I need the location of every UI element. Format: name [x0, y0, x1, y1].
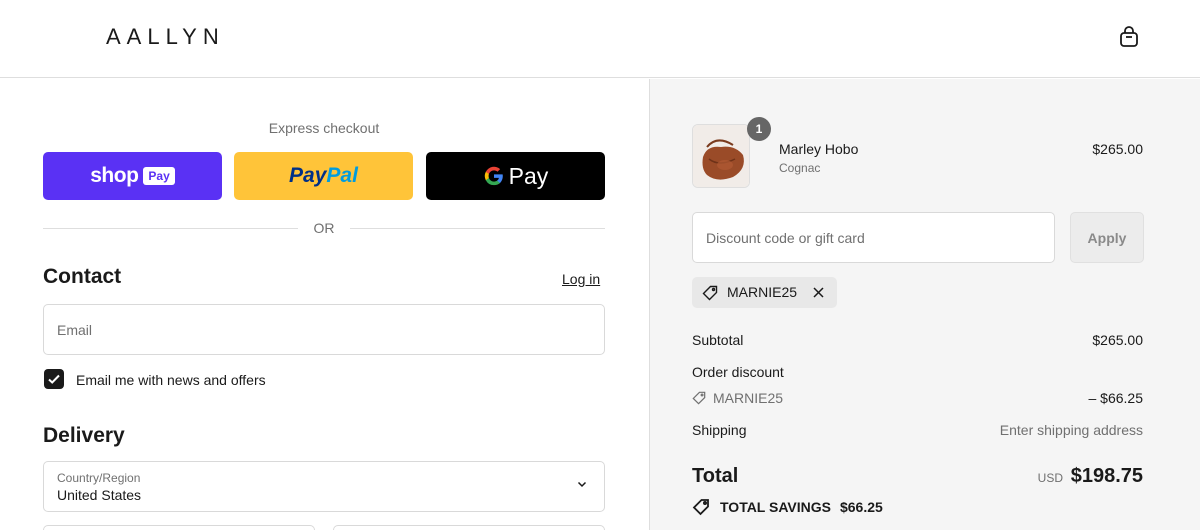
- header: AALLYN: [0, 0, 1200, 78]
- shipping-value: Enter shipping address: [999, 422, 1143, 438]
- express-checkout-title: Express checkout: [268, 120, 380, 136]
- divider-line-right: [350, 228, 605, 229]
- subtotal-label: Subtotal: [692, 332, 744, 348]
- savings-tag-icon: [692, 499, 709, 516]
- order-summary-panel: 1 Marley Hobo Cognac $265.00 Discount co…: [649, 79, 1200, 530]
- savings-value: $66.25: [839, 499, 883, 515]
- order-discount-label: Order discount: [692, 364, 784, 380]
- product-variant: Cognac: [779, 161, 821, 175]
- remove-code-icon[interactable]: [812, 286, 825, 299]
- or-text: OR: [313, 220, 335, 236]
- divider-line-left: [43, 228, 298, 229]
- shop-pay-button[interactable]: shop Pay: [43, 152, 222, 200]
- shop-pay-badge: Pay: [143, 167, 175, 185]
- shipping-label: Shipping: [692, 422, 747, 438]
- first-name-field[interactable]: [43, 525, 315, 530]
- handbag-image: [693, 125, 749, 187]
- checkout-form-panel: Express checkout shop Pay Pay Pal Pay OR …: [0, 79, 649, 530]
- country-label: Country/Region: [57, 471, 141, 485]
- product-price: $265.00: [1092, 141, 1143, 157]
- discount-placeholder: Discount code or gift card: [706, 230, 865, 246]
- email-placeholder: Email: [57, 322, 93, 338]
- country-value: United States: [57, 487, 142, 503]
- country-select[interactable]: Country/Region United States: [43, 461, 605, 512]
- product-thumbnail: [692, 124, 750, 188]
- email-field[interactable]: Email: [43, 304, 605, 355]
- tag-icon: [702, 285, 718, 301]
- checkmark-icon: [48, 374, 60, 384]
- google-g-icon: [484, 166, 503, 186]
- delivery-heading: Delivery: [43, 424, 125, 447]
- total-label: Total: [692, 465, 739, 487]
- shopping-bag-icon[interactable]: [1117, 25, 1141, 49]
- total-savings-row: TOTAL SAVINGS $66.25: [692, 498, 883, 516]
- brand-logo[interactable]: AALLYN: [106, 24, 225, 50]
- newsletter-label: Email me with news and offers: [76, 372, 266, 388]
- shop-pay-word: shop: [90, 164, 139, 187]
- applied-code-tag: MARNIE25: [692, 277, 837, 308]
- discount-code-row: MARNIE25: [692, 390, 783, 406]
- total-currency: USD: [1037, 471, 1063, 485]
- quantity-badge: 1: [747, 117, 771, 141]
- applied-code-text: MARNIE25: [727, 284, 798, 300]
- contact-heading: Contact: [43, 265, 122, 288]
- apply-discount-button[interactable]: Apply: [1070, 212, 1144, 263]
- discount-code-text: MARNIE25: [713, 390, 784, 406]
- chevron-down-icon: [577, 481, 587, 488]
- product-name: Marley Hobo: [779, 141, 859, 157]
- tag-icon: [692, 391, 706, 405]
- paypal-logo-part2: Pal: [326, 164, 358, 187]
- total-value: $198.75: [1070, 465, 1143, 487]
- google-pay-button[interactable]: Pay: [426, 152, 605, 200]
- discount-value: – $66.25: [1088, 390, 1144, 406]
- subtotal-value: $265.00: [1092, 332, 1143, 348]
- last-name-field[interactable]: [333, 525, 605, 530]
- newsletter-checkbox[interactable]: [44, 369, 64, 389]
- paypal-logo-part1: Pay: [289, 164, 327, 187]
- discount-code-input[interactable]: Discount code or gift card: [692, 212, 1055, 263]
- paypal-button[interactable]: Pay Pal: [234, 152, 413, 200]
- or-divider: OR: [43, 220, 605, 236]
- login-link[interactable]: Log in: [562, 271, 600, 287]
- google-pay-word: Pay: [508, 162, 549, 189]
- savings-label: TOTAL SAVINGS: [720, 499, 831, 515]
